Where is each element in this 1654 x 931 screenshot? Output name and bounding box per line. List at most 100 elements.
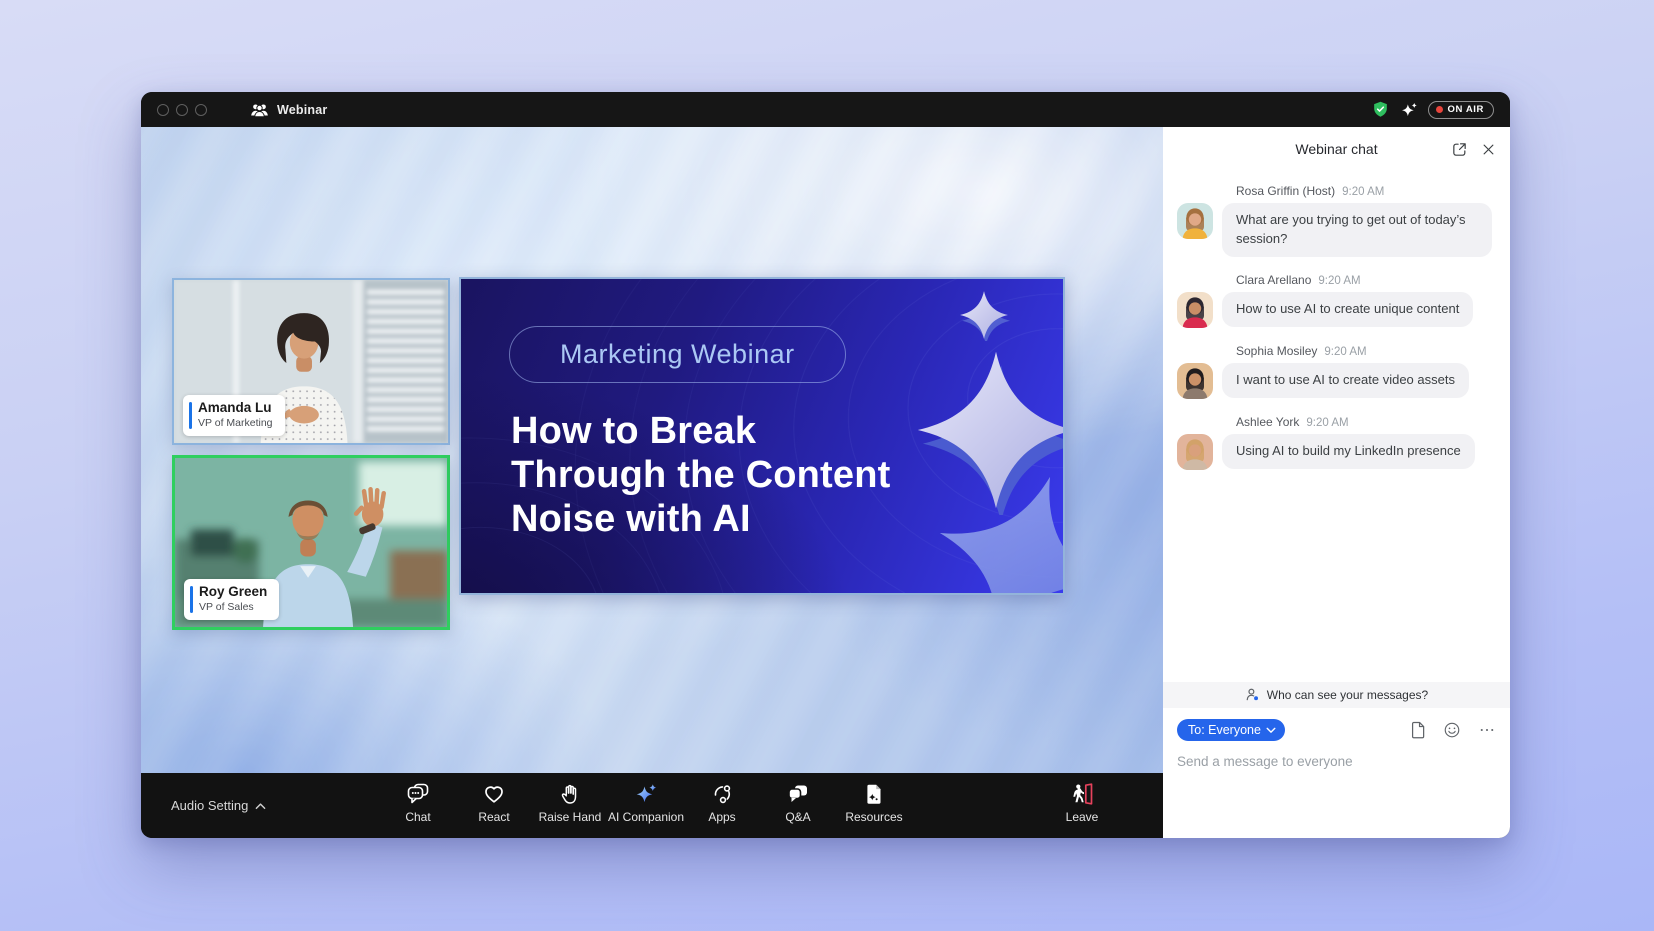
chevron-down-icon (1266, 727, 1276, 734)
speaker-name: Amanda Lu (198, 400, 273, 417)
chat-message-list[interactable]: Rosa Griffin (Host) 9:20 AM What are you … (1163, 171, 1510, 682)
chat-composer: To: Everyone (1163, 708, 1510, 838)
message-author: Rosa Griffin (Host) (1236, 184, 1335, 198)
titlebar: Webinar ON AIR (141, 92, 1510, 127)
main-area: Amanda Lu VP of Marketing (141, 127, 1163, 838)
audio-setting-label: Audio Setting (171, 798, 248, 813)
resources-button[interactable]: Resources (836, 773, 912, 838)
qa-bubbles-icon (786, 782, 810, 806)
emoji-icon[interactable] (1443, 721, 1461, 739)
heart-icon (482, 782, 506, 806)
composer-row: To: Everyone (1177, 719, 1496, 741)
slide-heading-line: How to Break (511, 409, 891, 453)
on-air-badge: ON AIR (1428, 101, 1495, 119)
message-body: Rosa Griffin (Host) 9:20 AM What are you … (1222, 184, 1492, 257)
qa-button[interactable]: Q&A (760, 773, 836, 838)
nametag-roy: Roy Green VP of Sales (184, 579, 279, 620)
slide-3d-star-bottom (928, 465, 1065, 595)
leave-button[interactable]: Leave (1051, 773, 1113, 838)
message-author: Sophia Mosiley (1236, 344, 1317, 358)
message-bubble: How to use AI to create unique content (1222, 292, 1473, 327)
window-close-button[interactable] (157, 104, 169, 116)
composer-icons (1409, 721, 1496, 739)
message-time: 9:20 AM (1342, 186, 1384, 198)
avatar (1177, 292, 1213, 328)
chevron-up-icon (255, 802, 266, 810)
message-bubble: What are you trying to get out of today’… (1222, 203, 1492, 257)
window-body: Amanda Lu VP of Marketing (141, 127, 1510, 838)
chat-header: Webinar chat (1163, 127, 1510, 171)
chat-button[interactable]: Chat (380, 773, 456, 838)
chat-message: Rosa Griffin (Host) 9:20 AM What are you … (1177, 184, 1494, 257)
slide-badge: Marketing Webinar (509, 326, 846, 383)
person-visibility-icon (1245, 687, 1261, 703)
audio-setting-button[interactable]: Audio Setting (171, 773, 266, 838)
avatar (1177, 434, 1213, 470)
slide-heading: How to BreakThrough the ContentNoise wit… (511, 409, 891, 541)
chat-bubble-icon (406, 782, 430, 806)
privacy-note[interactable]: Who can see your messages? (1163, 682, 1510, 708)
video-tile-roy-green[interactable]: Roy Green VP of Sales (172, 455, 450, 630)
close-icon[interactable] (1481, 142, 1496, 157)
speaker-title: VP of Marketing (198, 417, 273, 431)
message-time: 9:20 AM (1306, 417, 1348, 429)
message-meta: Clara Arellano 9:20 AM (1236, 273, 1473, 287)
apps-button[interactable]: Apps (684, 773, 760, 838)
meeting-toolbar: Audio Setting Chat (141, 773, 1163, 838)
webinar-window: Webinar ON AIR (141, 92, 1510, 838)
message-meta: Ashlee York 9:20 AM (1236, 415, 1475, 429)
message-time: 9:20 AM (1324, 346, 1366, 358)
ai-companion-sparkle-icon (634, 782, 658, 806)
window-zoom-button[interactable] (195, 104, 207, 116)
raise-hand-button[interactable]: Raise Hand (532, 773, 608, 838)
privacy-note-text: Who can see your messages? (1267, 688, 1428, 702)
chat-message-input[interactable] (1177, 754, 1496, 769)
apps-icon (710, 782, 734, 806)
message-body: Clara Arellano 9:20 AM How to use AI to c… (1222, 273, 1473, 327)
chat-message: Ashlee York 9:20 AM Using AI to build my … (1177, 415, 1494, 470)
sparkle-icon[interactable] (1400, 101, 1418, 119)
message-bubble: Using AI to build my LinkedIn presence (1222, 434, 1475, 469)
message-bubble: I want to use AI to create video assets (1222, 363, 1469, 398)
raise-hand-icon (558, 782, 582, 806)
toolbar-buttons: Chat React (380, 773, 912, 838)
react-button[interactable]: React (456, 773, 532, 838)
message-meta: Sophia Mosiley 9:20 AM (1236, 344, 1469, 358)
chat-message: Clara Arellano 9:20 AM How to use AI to c… (1177, 273, 1494, 328)
file-icon[interactable] (1409, 721, 1426, 739)
window-title: Webinar (277, 103, 328, 117)
slide-heading-line: Through the Content (511, 453, 891, 497)
slide-heading-line: Noise with AI (511, 497, 891, 541)
window-controls (157, 104, 207, 116)
message-body: Sophia Mosiley 9:20 AM I want to use AI t… (1222, 344, 1469, 398)
ai-companion-button[interactable]: AI Companion (608, 773, 684, 838)
pop-out-icon[interactable] (1451, 141, 1468, 158)
message-author: Clara Arellano (1236, 273, 1311, 287)
resources-document-icon (862, 782, 886, 806)
more-options-icon[interactable] (1478, 721, 1496, 739)
speaker-title: VP of Sales (199, 601, 267, 615)
webinar-people-icon (250, 102, 269, 118)
on-air-dot (1436, 106, 1443, 113)
video-tile-amanda-lu[interactable]: Amanda Lu VP of Marketing (172, 278, 450, 445)
video-stage: Amanda Lu VP of Marketing (141, 127, 1163, 773)
chat-message: Sophia Mosiley 9:20 AM I want to use AI t… (1177, 344, 1494, 399)
window-minimize-button[interactable] (176, 104, 188, 116)
avatar (1177, 363, 1213, 399)
message-author: Ashlee York (1236, 415, 1299, 429)
titlebar-app: Webinar (250, 102, 328, 118)
titlebar-right: ON AIR (1371, 100, 1495, 119)
message-meta: Rosa Griffin (Host) 9:20 AM (1236, 184, 1492, 198)
speaker-name: Roy Green (199, 584, 267, 601)
webinar-chat-panel: Webinar chat (1163, 127, 1510, 838)
message-body: Ashlee York 9:20 AM Using AI to build my … (1222, 415, 1475, 469)
leave-door-icon (1070, 782, 1094, 806)
nametag-amanda: Amanda Lu VP of Marketing (183, 395, 285, 436)
shared-slide: Marketing Webinar How to BreakThrough th… (459, 277, 1065, 595)
chat-header-icons (1451, 127, 1496, 171)
security-shield-icon[interactable] (1371, 100, 1390, 119)
avatar (1177, 203, 1213, 239)
to-everyone-selector[interactable]: To: Everyone (1177, 719, 1285, 741)
message-time: 9:20 AM (1318, 275, 1360, 287)
slide-3d-star-small (958, 289, 1010, 341)
